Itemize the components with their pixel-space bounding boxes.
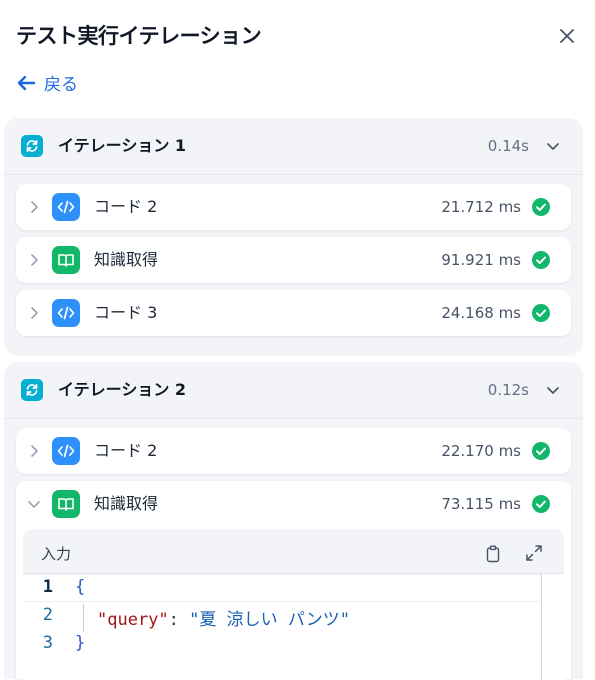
code-line: }: [75, 633, 86, 653]
close-icon: [560, 29, 574, 43]
refresh-icon: [21, 379, 43, 401]
check-circle-icon: [532, 304, 550, 322]
iteration-time: 0.14s: [487, 137, 529, 155]
node-time: 91.921 ms: [441, 251, 521, 269]
iteration-label: イテレーション 2: [58, 380, 187, 399]
node-row[interactable]: 知識取得 91.921 ms: [16, 237, 571, 283]
node-row-expanded[interactable]: 知識取得 73.115 ms 入力 1 { 2 "query": "夏 涼しい …: [16, 481, 571, 680]
node-row[interactable]: コード 2 21.712 ms: [16, 184, 571, 230]
node-time: 22.170 ms: [441, 442, 521, 460]
node-label: コード 2: [94, 441, 158, 460]
line-number: 1: [42, 577, 53, 597]
input-label: 入力: [41, 545, 72, 563]
refresh-icon: [21, 135, 43, 157]
clipboard-icon[interactable]: [484, 545, 502, 563]
code-icon: [52, 193, 80, 221]
iteration-label: イテレーション 1: [58, 136, 187, 155]
code-line: "query": "夏 涼しい パンツ": [97, 605, 350, 630]
chevron-right-icon[interactable]: [26, 443, 42, 459]
panel-title: テスト実行イテレーション: [16, 24, 262, 48]
expand-icon[interactable]: [524, 543, 544, 563]
book-open-icon: [52, 246, 80, 274]
code-line: {: [75, 577, 86, 597]
line-number: 2: [42, 605, 53, 625]
chevron-right-icon[interactable]: [26, 252, 42, 268]
iteration-header-2[interactable]: イテレーション 2 0.12s: [4, 362, 583, 419]
check-circle-icon: [532, 198, 550, 216]
node-time: 24.168 ms: [441, 304, 521, 322]
chevron-down-icon[interactable]: [26, 496, 42, 512]
node-label: 知識取得: [94, 250, 159, 269]
json-colon: :: [168, 610, 190, 630]
chevron-right-icon[interactable]: [26, 305, 42, 321]
chevron-down-icon[interactable]: [545, 382, 561, 398]
panel-header: テスト実行イテレーション: [16, 20, 579, 52]
close-button[interactable]: [555, 24, 579, 48]
node-label: コード 2: [94, 197, 158, 216]
check-circle-icon: [532, 495, 550, 513]
iteration-time: 0.12s: [487, 381, 529, 399]
check-circle-icon: [532, 442, 550, 460]
check-circle-icon: [532, 251, 550, 269]
code-editor[interactable]: 1 { 2 "query": "夏 涼しい パンツ" 3 }: [23, 573, 564, 680]
back-label: 戻る: [44, 75, 78, 95]
line-number: 3: [42, 633, 53, 653]
arrow-left-icon: [17, 75, 36, 90]
node-time: 21.712 ms: [441, 198, 521, 216]
active-line-highlight: [23, 574, 542, 602]
code-icon: [52, 299, 80, 327]
input-panel-header: 入力: [23, 529, 564, 573]
iteration-header-1[interactable]: イテレーション 1 0.14s: [4, 118, 583, 175]
iteration-group-1: イテレーション 1 0.14s コード 2 21.712 ms 知識取得 91.…: [4, 118, 583, 356]
chevron-down-icon[interactable]: [545, 138, 561, 154]
chevron-right-icon[interactable]: [26, 199, 42, 215]
indent-guide: [83, 604, 84, 632]
input-panel: 入力 1 { 2 "query": "夏 涼しい パンツ" 3 }: [23, 529, 564, 680]
json-value: "夏 涼しい パンツ": [189, 610, 350, 630]
back-button[interactable]: 戻る: [16, 70, 78, 95]
node-label: コード 3: [94, 303, 158, 322]
node-label: 知識取得: [94, 494, 159, 513]
node-row[interactable]: コード 2 22.170 ms: [16, 428, 571, 474]
code-icon: [52, 437, 80, 465]
json-key: "query": [97, 610, 169, 630]
node-time: 73.115 ms: [441, 495, 521, 513]
node-row[interactable]: コード 3 24.168 ms: [16, 290, 571, 336]
editor-ruler: [541, 574, 542, 680]
book-open-icon: [52, 490, 80, 518]
